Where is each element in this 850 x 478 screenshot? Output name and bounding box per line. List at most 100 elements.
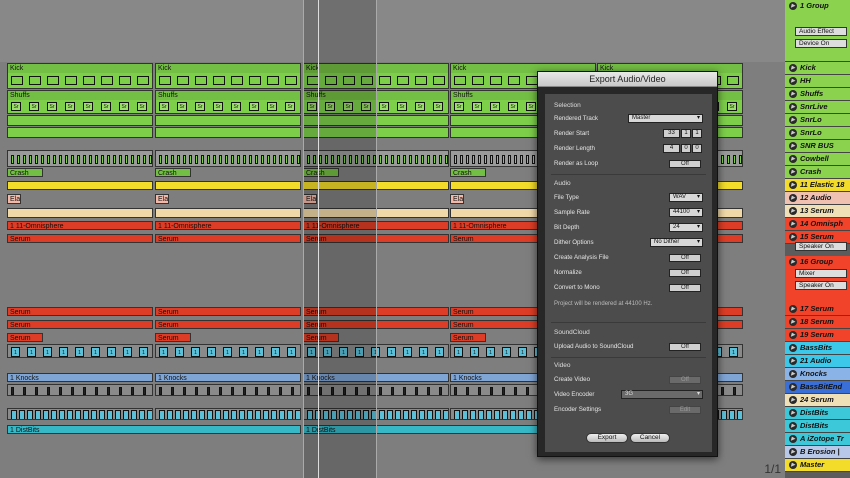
track-play-icon[interactable]: ▶ [789,233,797,241]
track-item[interactable]: ▶ 21 Audio [785,355,850,368]
device-chooser[interactable]: Device On [795,39,847,48]
track-item[interactable]: ▶ B Erosion | [785,446,850,459]
clip[interactable]: Elas [7,194,21,204]
track-play-icon[interactable]: ▶ [789,258,797,266]
track-play-icon[interactable]: ▶ [789,461,797,469]
track-play-icon[interactable]: ▶ [789,383,797,391]
track-item[interactable]: ▶ SNR BUS [785,140,850,153]
clip[interactable] [7,115,153,126]
track-item[interactable]: ▶ Crash [785,166,850,179]
track-item[interactable]: ▶ BassBitEnd [785,381,850,394]
clip[interactable] [155,115,301,126]
mono-toggle[interactable]: Off [669,284,701,292]
track-item[interactable]: ▶ Master [785,459,850,472]
bit-depth-select[interactable]: 24 [669,223,703,232]
clip[interactable] [7,384,153,396]
clip[interactable]: Serum [155,307,301,316]
loop-region[interactable] [303,0,376,478]
cancel-button[interactable]: Cancel [630,433,670,443]
track-item[interactable]: ▶ A iZotope Tr [785,433,850,446]
clip[interactable]: Elas [155,194,169,204]
track-play-icon[interactable]: ▶ [789,357,797,365]
clip[interactable] [7,127,153,138]
track-item[interactable]: ▶ SnrLo [785,114,850,127]
track-item[interactable]: ▶ SnrLo [785,127,850,140]
track-play-icon[interactable]: ▶ [789,318,797,326]
create-video-toggle[interactable]: Off [669,376,701,384]
track-item[interactable]: ▶ 19 Serum [785,329,850,342]
track-play-icon[interactable]: ▶ [789,155,797,163]
track-item[interactable]: ▶ 11 Elastic 18 [785,179,850,192]
render-length-beats[interactable]: 0 [681,144,691,153]
clip[interactable]: 111111111 [7,344,153,358]
clip[interactable]: Crash [155,168,191,177]
sample-rate-select[interactable]: 44100 [669,208,703,217]
timeline-ruler[interactable] [0,0,785,62]
track-item[interactable]: ▶ Shuffs [785,88,850,101]
render-loop-toggle[interactable]: Off [669,160,701,168]
clip[interactable]: Kick [7,63,153,89]
track-item[interactable]: ▶ 12 Audio [785,192,850,205]
track-item[interactable]: ▶ DistBits [785,407,850,420]
clip[interactable] [155,127,301,138]
track-play-icon[interactable]: ▶ [789,448,797,456]
track-item[interactable]: ▶ BassBits [785,342,850,355]
render-length-sixteenths[interactable]: 0 [692,144,702,153]
track-play-icon[interactable]: ▶ [789,2,797,10]
clip[interactable]: Shuffs Sr Sr Sr Sr Sr Sr Sr Sr [7,90,153,114]
track-play-icon[interactable]: ▶ [789,435,797,443]
clip[interactable]: Crash [7,168,43,177]
clip[interactable]: 1 Knocks [7,373,153,382]
track-item[interactable]: ▶ Kick [785,62,850,75]
track-play-icon[interactable]: ▶ [789,77,797,85]
track-play-icon[interactable]: ▶ [789,194,797,202]
track-play-icon[interactable]: ▶ [789,344,797,352]
track-play-icon[interactable]: ▶ [789,129,797,137]
clip[interactable]: Serum [7,333,43,342]
track-play-icon[interactable]: ▶ [789,331,797,339]
upload-toggle[interactable]: Off [669,343,701,351]
device-chooser[interactable]: Speaker On [795,281,847,290]
track-item[interactable]: ▶ 17 Serum [785,303,850,316]
encoder-settings-button[interactable]: Edit [669,406,701,414]
track-item[interactable]: ▶ HH [785,75,850,88]
clip[interactable]: Shuffs Sr Sr Sr Sr Sr Sr Sr Sr [155,90,301,114]
clip[interactable] [155,181,301,190]
track-item[interactable]: ▶ 18 Serum [785,316,850,329]
track-play-icon[interactable]: ▶ [789,409,797,417]
clip[interactable]: Serum [450,333,486,342]
track-item[interactable]: ▶ Knocks [785,368,850,381]
clip[interactable]: Crash [450,168,486,177]
dither-select[interactable]: No Dither [650,238,703,247]
clip[interactable]: 1 11-Omnisphere [155,221,301,230]
track-item[interactable]: ▶ DistBits [785,420,850,433]
clip[interactable] [155,384,301,396]
clip[interactable] [155,208,301,218]
track-item[interactable]: ▶ 24 Serum [785,394,850,407]
encoder-select[interactable]: 3G [621,390,703,399]
track-play-icon[interactable]: ▶ [789,142,797,150]
clip[interactable]: 111111111 [155,344,301,358]
clip[interactable] [7,181,153,190]
clip[interactable] [155,150,301,167]
track-play-icon[interactable]: ▶ [789,220,797,228]
render-length-bars[interactable]: 4 [663,144,680,153]
track-play-icon[interactable]: ▶ [789,103,797,111]
render-start-bar[interactable]: 33 [663,129,680,138]
clip[interactable] [7,408,153,420]
clip[interactable]: Serum [7,320,153,329]
clip[interactable]: Serum [7,234,153,243]
clip[interactable]: Elas [450,194,464,204]
clip[interactable] [155,408,301,420]
render-start-beat[interactable]: 1 [681,129,691,138]
track-play-icon[interactable]: ▶ [789,64,797,72]
track-play-icon[interactable]: ▶ [789,370,797,378]
clip[interactable]: Serum [155,320,301,329]
track-play-icon[interactable]: ▶ [789,422,797,430]
device-chooser[interactable]: Speaker On [795,242,847,251]
clip[interactable]: 1 11-Omnisphere [7,221,153,230]
track-item[interactable]: ▶ 14 Omnisph [785,218,850,231]
track-item[interactable]: ▶ Cowbell [785,153,850,166]
track-item[interactable]: ▶ 13 Serum [785,205,850,218]
track-play-icon[interactable]: ▶ [789,181,797,189]
